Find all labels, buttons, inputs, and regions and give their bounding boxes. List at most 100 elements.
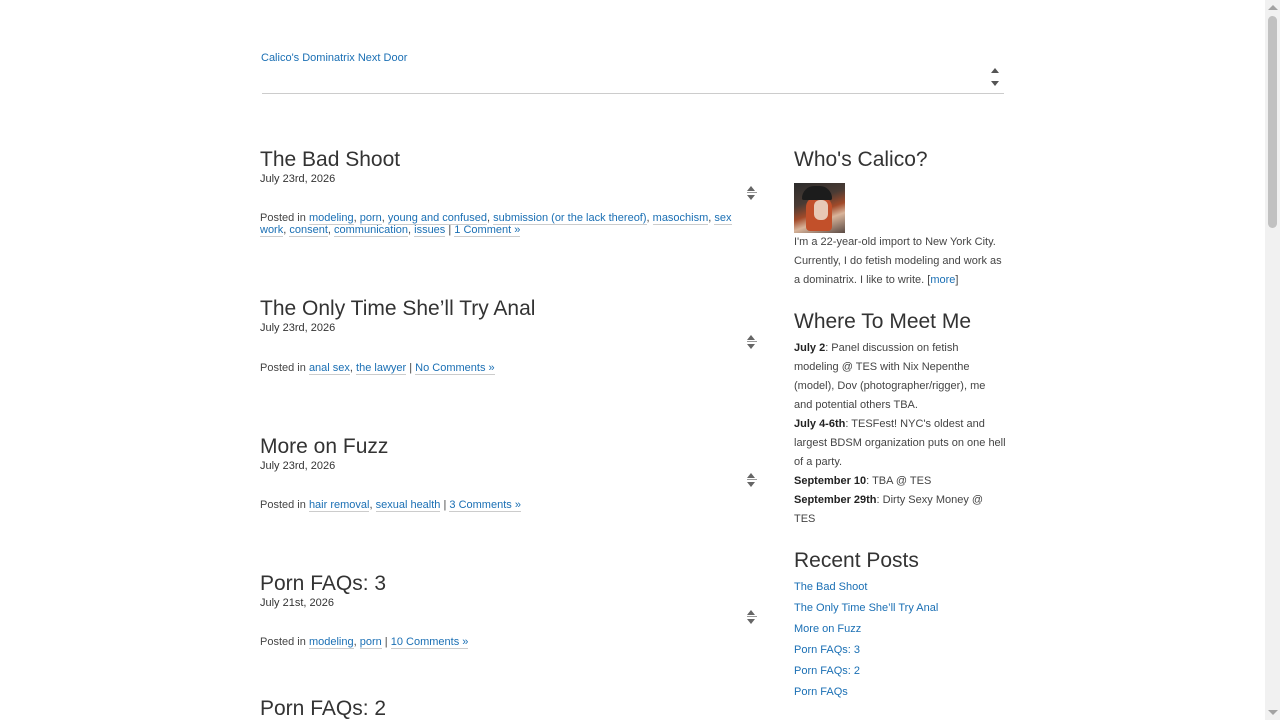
scroll-up-icon[interactable]: [1268, 5, 1278, 10]
recent-post-link[interactable]: Porn FAQs: 2: [794, 665, 860, 677]
post-spinner[interactable]: [747, 186, 757, 202]
spin-down-icon[interactable]: [747, 344, 755, 349]
post-meta: Posted in modeling, porn | 10 Comments »: [260, 636, 469, 649]
widget-title: Where To Meet Me: [794, 310, 972, 333]
header-spinner[interactable]: [990, 66, 1002, 88]
events-list: July 2: Panel discussion on fetish model…: [794, 339, 1006, 529]
spin-up-icon[interactable]: [747, 610, 755, 615]
more-link[interactable]: more: [930, 274, 955, 286]
category-link[interactable]: consent: [289, 224, 328, 237]
event-item: September 29th: Dirty Sexy Money @ TES: [794, 491, 1006, 529]
list-item: The Only Time She’ll Try Anal: [794, 598, 1006, 619]
category-link[interactable]: modeling: [308, 636, 354, 649]
post-title-link[interactable]: Porn FAQs: 2: [260, 697, 386, 720]
category-link[interactable]: communication: [334, 224, 408, 237]
comments-link[interactable]: 3 Comments »: [449, 499, 521, 512]
spin-divider: [747, 616, 757, 617]
recent-post-link[interactable]: Porn FAQs: 3: [794, 644, 860, 656]
scroll-thumb[interactable]: [1268, 16, 1277, 228]
post-meta: Posted in anal sex, the lawyer | No Comm…: [260, 362, 495, 375]
event-date: September 10: [794, 475, 867, 487]
spin-up-icon[interactable]: [747, 473, 755, 478]
widget-title: Recent Posts: [794, 549, 919, 572]
scroll-down-icon[interactable]: [1268, 710, 1278, 715]
recent-post-link[interactable]: The Only Time She’ll Try Anal: [794, 602, 938, 614]
event-item: September 10: TBA @ TES: [794, 472, 1006, 491]
post: Porn FAQs: 3 July 21st, 2026 Posted in m…: [260, 570, 760, 695]
widget-title: Who's Calico?: [794, 148, 928, 171]
recent-post-link[interactable]: More on Fuzz: [794, 623, 861, 635]
category-link[interactable]: porn: [359, 636, 382, 649]
spin-divider: [747, 479, 757, 480]
spin-divider: [747, 192, 757, 193]
post-title-link[interactable]: The Bad Shoot: [260, 148, 400, 171]
about-body: I'm a 22-year-old import to New York Cit…: [794, 236, 1002, 286]
event-date: September 29th: [794, 494, 877, 506]
recent-posts-list: The Bad Shoot The Only Time She’ll Try A…: [794, 577, 1006, 703]
category-link[interactable]: the lawyer: [356, 362, 407, 375]
recent-posts-widget: Recent Posts The Bad Shoot The Only Time…: [794, 547, 1006, 703]
category-link[interactable]: hair removal: [308, 499, 370, 512]
meet-widget: Where To Meet Me July 2: Panel discussio…: [794, 308, 1006, 529]
about-widget: Who's Calico? I'm a 22-year-old import t…: [794, 146, 1006, 290]
spin-down-icon[interactable]: [991, 81, 999, 86]
about-bracket: ]: [955, 274, 959, 286]
comments-link[interactable]: 10 Comments »: [390, 636, 469, 649]
spin-divider: [747, 341, 757, 342]
spin-down-icon[interactable]: [747, 195, 755, 200]
post-date: July 21st, 2026: [260, 597, 334, 609]
recent-post-link[interactable]: The Bad Shoot: [794, 581, 867, 593]
list-item: Porn FAQs: 2: [794, 661, 1006, 682]
category-link[interactable]: sexual health: [375, 499, 441, 512]
recent-post-link[interactable]: Porn FAQs: [794, 686, 848, 698]
blog-page: Calico's Dominatrix Next Door The Bad Sh…: [0, 0, 1265, 720]
event-item: July 4-6th: TESFest! NYC's oldest and la…: [794, 415, 1006, 472]
posted-in-label: Posted in: [260, 362, 306, 374]
list-item: Porn FAQs: [794, 682, 1006, 703]
post-list: The Bad Shoot July 23rd, 2026 Posted in …: [260, 146, 760, 720]
posted-in-label: Posted in: [260, 212, 306, 224]
post: More on Fuzz July 23rd, 2026 Posted in h…: [260, 433, 760, 570]
spin-up-icon[interactable]: [747, 335, 755, 340]
post-spinner[interactable]: [747, 473, 757, 489]
spin-up-icon[interactable]: [991, 68, 999, 73]
spin-down-icon[interactable]: [747, 619, 755, 624]
post-meta: Posted in hair removal, sexual health | …: [260, 499, 521, 512]
avatar-hat: [802, 186, 832, 200]
spin-down-icon[interactable]: [747, 482, 755, 487]
post: The Bad Shoot July 23rd, 2026 Posted in …: [260, 146, 760, 295]
sidebar: Who's Calico? I'm a 22-year-old import t…: [794, 146, 1006, 703]
posted-in-label: Posted in: [260, 499, 306, 511]
avatar-face: [814, 200, 828, 220]
site-header: Calico's Dominatrix Next Door: [261, 0, 1004, 94]
list-item: The Bad Shoot: [794, 577, 1006, 598]
post-date: July 23rd, 2026: [260, 460, 336, 472]
post: Porn FAQs: 2: [260, 695, 760, 720]
post-date: July 23rd, 2026: [260, 322, 336, 334]
category-link[interactable]: masochism: [652, 212, 709, 225]
event-item: July 2: Panel discussion on fetish model…: [794, 339, 1006, 415]
about-text: I'm a 22-year-old import to New York Cit…: [794, 233, 1006, 290]
post-date: July 23rd, 2026: [260, 173, 336, 185]
event-date: July 4-6th: [794, 418, 846, 430]
event-text: : TBA @ TES: [866, 475, 932, 487]
avatar: [794, 183, 845, 233]
post-meta: Posted in modeling, porn, young and conf…: [260, 212, 732, 237]
site-title-link[interactable]: Calico's Dominatrix Next Door: [261, 52, 407, 64]
category-link[interactable]: issues: [414, 224, 446, 237]
post-spinner[interactable]: [747, 610, 757, 626]
list-item: More on Fuzz: [794, 619, 1006, 640]
vertical-scrollbar[interactable]: [1265, 0, 1280, 720]
post: The Only Time She’ll Try Anal July 23rd,…: [260, 295, 760, 433]
post-title-link[interactable]: The Only Time She’ll Try Anal: [260, 297, 535, 320]
post-title-link[interactable]: Porn FAQs: 3: [260, 572, 386, 595]
posted-in-label: Posted in: [260, 636, 306, 648]
spin-up-icon[interactable]: [747, 186, 755, 191]
post-title-link[interactable]: More on Fuzz: [260, 435, 388, 458]
category-link[interactable]: anal sex: [308, 362, 350, 375]
post-spinner[interactable]: [747, 335, 757, 351]
comments-link[interactable]: 1 Comment »: [454, 224, 521, 237]
comments-link[interactable]: No Comments »: [415, 362, 495, 375]
list-item: Porn FAQs: 3: [794, 640, 1006, 661]
event-date: July 2: [794, 342, 826, 354]
